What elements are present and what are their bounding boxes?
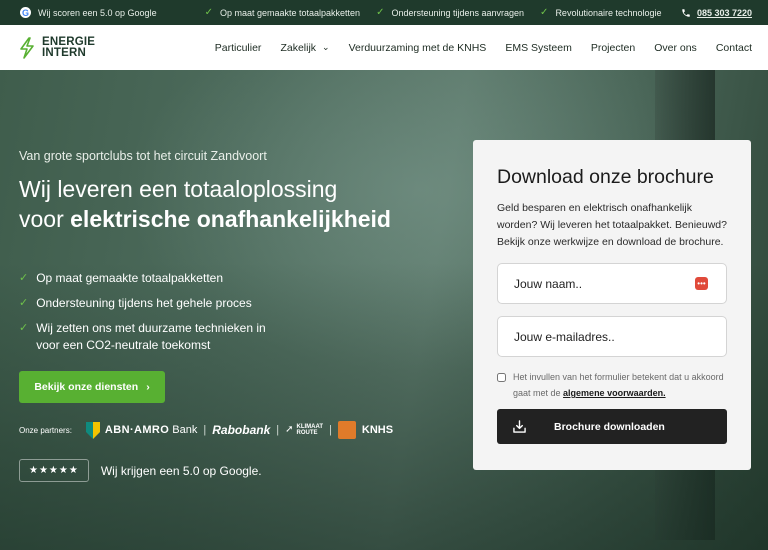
knhs-name: KNHS — [361, 424, 394, 436]
name-field: ••• — [497, 263, 727, 304]
feature-text: Ondersteuning tijdens het gehele proces — [36, 296, 252, 310]
download-icon — [513, 420, 526, 433]
consent-label: Het invullen van het formulier betekent … — [513, 369, 727, 401]
abn-amro-logo: ABN·AMRO Bank — [85, 421, 198, 439]
nav-item-ems-systeem[interactable]: EMS Systeem — [505, 42, 572, 54]
view-services-button[interactable]: Bekijk onze diensten › — [19, 371, 165, 403]
logo-line-1: ENERGIE — [42, 35, 96, 48]
google-rating: G Wij scoren een 5.0 op Google — [20, 7, 157, 18]
hero-headline: Wij leveren een totaaloplossing voor ele… — [19, 174, 449, 234]
terms-link[interactable]: algemene voorwaarden. — [563, 388, 666, 398]
name-input[interactable] — [498, 264, 726, 303]
consent-row: Het invullen van het formulier betekent … — [497, 369, 727, 401]
email-input[interactable] — [498, 317, 726, 356]
logo-text: ENERGIE INTERN — [42, 35, 96, 59]
check-icon: ✓ — [19, 272, 29, 284]
download-brochure-button[interactable]: Brochure downloaden — [497, 409, 727, 444]
divider: | — [329, 424, 332, 436]
klimaat-line-2: ROUTE — [296, 430, 318, 436]
list-item: ✓ Op maat gemaakte totaalpakketten — [19, 270, 269, 287]
nav-item-zakelijk[interactable]: Zakelijk ⌄ — [280, 42, 329, 54]
topbar-feature-text: Ondersteuning tijdens aanvragen — [391, 7, 525, 18]
check-icon: ✓ — [19, 322, 29, 334]
divider: | — [276, 424, 280, 436]
brochure-title: Download onze brochure — [497, 166, 714, 188]
partners-label: Onze partners: — [19, 425, 72, 435]
topbar-feature: ✓ Op maat gemaakte totaalpakketten — [205, 7, 360, 18]
knhs-emblem-icon — [337, 421, 356, 439]
feature-text: Wij zetten ons met duurzame technieken i… — [36, 321, 266, 352]
chevron-right-icon: › — [146, 381, 150, 393]
feature-text: Op maat gemaakte totaalpakketten — [36, 271, 223, 285]
check-icon: ✓ — [376, 7, 385, 18]
list-item: ✓ Wij zetten ons met duurzame technieken… — [19, 320, 269, 354]
star-rating-icon: ★★★★★ — [19, 459, 89, 482]
divider: | — [203, 424, 207, 436]
google-icon: G — [20, 7, 31, 18]
hero-kicker: Van grote sportclubs tot het circuit Zan… — [19, 149, 267, 163]
rating-text: Wij krijgen een 5.0 op Google. — [100, 463, 262, 478]
nav-menu: Particulier Zakelijk ⌄ Verduurzaming met… — [215, 42, 752, 54]
logo[interactable]: ENERGIE INTERN — [18, 35, 96, 59]
headline-line-1: Wij leveren een totaaloplossing — [19, 176, 338, 202]
topbar-feature: ✓ Ondersteuning tijdens aanvragen — [376, 7, 524, 18]
lightning-bolt-icon — [20, 36, 34, 59]
nav-item-label: Zakelijk — [280, 41, 317, 54]
chevron-down-icon: ⌄ — [322, 42, 330, 52]
check-icon: ✓ — [204, 7, 213, 18]
phone-icon — [682, 8, 690, 17]
check-icon: ✓ — [19, 297, 29, 309]
check-icon: ✓ — [540, 7, 549, 18]
brochure-description: Geld besparen en elektrisch onafhankelij… — [497, 202, 727, 248]
hero-feature-list: ✓ Op maat gemaakte totaalpakketten ✓ Ond… — [19, 270, 269, 362]
logo-line-2: INTERN — [42, 46, 87, 59]
top-bar: G Wij scoren een 5.0 op Google ✓ Op maat… — [0, 0, 768, 25]
phone-link[interactable]: 085 303 7220 — [681, 8, 752, 18]
abn-amro-name: ABN·AMRO — [104, 424, 170, 436]
partners-row: Onze partners: ABN·AMRO Bank | Rabobank … — [19, 421, 393, 439]
list-item: ✓ Ondersteuning tijdens het gehele proce… — [19, 295, 269, 312]
consent-checkbox[interactable] — [497, 373, 506, 382]
abn-amro-suffix: Bank — [172, 424, 198, 436]
klimaatroute-icon: ➚ — [285, 424, 294, 435]
nav-item-particulier[interactable]: Particulier — [215, 42, 262, 54]
download-button-label: Brochure downloaden — [554, 420, 665, 433]
rabobank-logo: Rabobank — [212, 423, 271, 437]
autofill-icon[interactable]: ••• — [695, 277, 708, 290]
topbar-feature-text: Revolutionaire technologie — [555, 7, 662, 18]
topbar-feature: ✓ Revolutionaire technologie — [540, 7, 661, 18]
nav-item-over-ons[interactable]: Over ons — [654, 42, 697, 54]
klimaatroute-logo: ➚ KLIMAAT ROUTE — [285, 424, 323, 436]
phone-number: 085 303 7220 — [696, 7, 752, 18]
headline-line-2-bold: elektrische onafhankelijkheid — [70, 206, 391, 232]
google-rating-text: Wij scoren een 5.0 op Google — [38, 7, 157, 18]
google-rating-row: ★★★★★ Wij krijgen een 5.0 op Google. — [19, 459, 262, 482]
abn-amro-shield-icon — [85, 421, 100, 439]
topbar-feature-text: Op maat gemaakte totaalpakketten — [219, 7, 361, 18]
brochure-form-card: Download onze brochure Geld besparen en … — [473, 140, 751, 470]
nav-item-projecten[interactable]: Projecten — [591, 42, 635, 54]
nav-item-contact[interactable]: Contact — [716, 42, 752, 54]
knhs-logo: KNHS — [337, 421, 394, 439]
main-nav: ENERGIE INTERN Particulier Zakelijk ⌄ Ve… — [0, 25, 768, 70]
cta-label: Bekijk onze diensten — [34, 381, 139, 393]
nav-item-verduurzaming[interactable]: Verduurzaming met de KNHS — [349, 42, 487, 54]
headline-line-2-prefix: voor — [19, 206, 71, 232]
email-field — [497, 316, 727, 357]
